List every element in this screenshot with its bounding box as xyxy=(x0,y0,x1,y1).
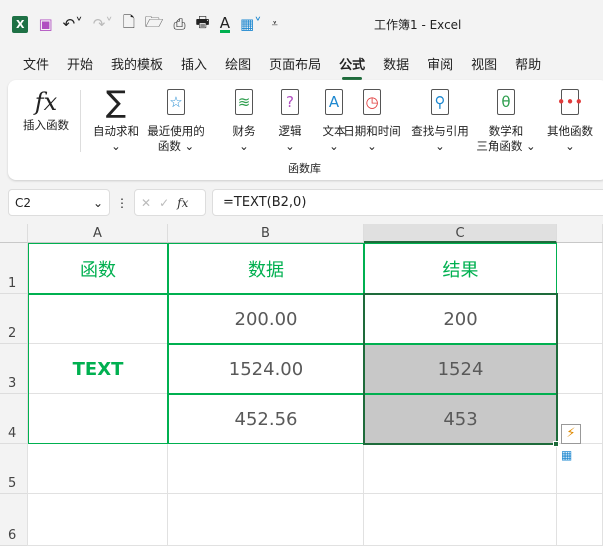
name-box-value: C2 xyxy=(15,195,32,210)
tab-0[interactable]: 文件 xyxy=(14,52,58,75)
cell-b3[interactable]: 1524.00 xyxy=(168,344,364,394)
customize-icon[interactable]: ⩡ xyxy=(272,17,278,31)
gridline xyxy=(28,493,603,494)
cell-b4[interactable]: 452.56 xyxy=(168,394,364,444)
tab-4[interactable]: 绘图 xyxy=(216,52,260,75)
row-header-5[interactable]: 5 xyxy=(0,444,28,494)
label: 日期和时间 xyxy=(343,124,401,138)
label: 插入函数 xyxy=(23,118,69,132)
ribbon: fx 插入函数 ∑ 自动求和 ⌄ ☆ 最近使用的 函数 ⌄ ≋ 财务 ⌄? 逻辑 ⌄ A 文本 ⌄ ◷ 日期和… xyxy=(8,80,603,180)
book-icon: ≋ xyxy=(235,89,253,115)
font-color-icon[interactable]: A xyxy=(219,15,230,33)
tab-7[interactable]: 数据 xyxy=(374,52,418,75)
row-header-2[interactable]: 2 xyxy=(0,294,28,344)
tab-6[interactable]: 公式 xyxy=(330,52,374,80)
chevron-down-icon: ⌄ xyxy=(92,195,103,210)
function-category-icon: ⚲ xyxy=(404,86,476,118)
sum-icon: ∑ xyxy=(105,84,127,120)
tab-8[interactable]: 审阅 xyxy=(418,52,462,75)
tab-3[interactable]: 插入 xyxy=(172,52,216,75)
formula-buttons: ✕ ✓ fx xyxy=(134,189,206,216)
redo-icon[interactable]: ↷˅ xyxy=(93,15,113,33)
book-icon: ••• xyxy=(557,89,583,115)
book-icon: ◷ xyxy=(363,89,381,115)
group-label: 函数库 xyxy=(288,162,321,175)
tab-2[interactable]: 我的模板 xyxy=(102,52,172,75)
formula-bar: C2 ⌄ ⋮ ✕ ✓ fx =TEXT(B2,0) xyxy=(8,189,603,216)
formula-input[interactable]: =TEXT(B2,0) xyxy=(212,189,603,216)
cancel-icon[interactable]: ✕ xyxy=(141,196,151,210)
borders-icon[interactable]: ▦˅ xyxy=(240,15,262,33)
row-header-1[interactable]: 1 xyxy=(0,243,28,294)
book-icon: ☆ xyxy=(167,89,185,115)
tab-1[interactable]: 开始 xyxy=(58,52,102,75)
autofill-options-icon[interactable]: ▦ xyxy=(561,448,577,464)
fill-handle[interactable] xyxy=(553,441,559,447)
excel-logo-icon: X xyxy=(12,15,29,33)
selection-border xyxy=(363,293,558,445)
ribbon-tabs: 文件 开始 我的模板 插入 绘图 页面布局 公式 数据 审阅 视图 帮助 xyxy=(14,52,550,80)
cell-a1[interactable]: 函数 xyxy=(28,243,168,294)
undo-icon[interactable]: ↶˅ xyxy=(63,15,83,33)
book-icon: ⚲ xyxy=(431,89,449,115)
select-all[interactable] xyxy=(0,224,28,243)
quick-access-toolbar: X ▣ ↶˅ ↷˅ 🗋 🗁 ⎙ 🖶 A ▦˅ ⩡ xyxy=(12,10,278,38)
column-header-c[interactable]: C xyxy=(364,224,557,243)
new-icon[interactable]: 🗋 xyxy=(123,12,135,37)
cell-b1[interactable]: 数据 xyxy=(168,243,364,294)
ribbon-button-8[interactable]: ••• 其他函数 ⌄ xyxy=(540,86,600,154)
label: 其他函数 xyxy=(547,124,593,138)
book-icon: ? xyxy=(281,89,299,115)
label: 数学和 xyxy=(488,124,524,138)
row-header-6[interactable]: 6 xyxy=(0,494,28,546)
ribbon-button-0[interactable]: ∑ 自动求和 ⌄ xyxy=(86,86,146,154)
label-2: ⌄ xyxy=(565,139,575,153)
label: 自动求和 xyxy=(93,124,139,138)
cell-a2[interactable]: TEXT xyxy=(28,294,168,444)
tab-10[interactable]: 帮助 xyxy=(506,52,550,75)
spreadsheet-grid[interactable]: A B C 1 2 3 4 5 6 函数 数据 结果 TEXT 200.00 1524.00 452.5… xyxy=(0,224,603,546)
tab-9[interactable]: 视图 xyxy=(462,52,506,75)
more-icon[interactable]: ⋮ xyxy=(116,196,128,210)
label: 查找与引用 xyxy=(411,124,469,138)
save-icon[interactable]: ▣ xyxy=(38,15,52,33)
window-title: 工作簿1 - Excel xyxy=(374,18,462,32)
column-header-a[interactable]: A xyxy=(28,224,168,243)
ribbon-button-1[interactable]: ☆ 最近使用的 函数 ⌄ xyxy=(140,86,212,154)
book-icon: θ xyxy=(497,89,515,115)
tab-5[interactable]: 页面布局 xyxy=(260,52,330,75)
cell-c1[interactable]: 结果 xyxy=(364,243,557,294)
cell-b2[interactable]: 200.00 xyxy=(168,294,364,344)
fx-icon[interactable]: fx xyxy=(177,196,188,210)
enter-icon[interactable]: ✓ xyxy=(159,196,169,210)
insert-function-button[interactable]: fx 插入函数 xyxy=(16,86,76,133)
open-icon[interactable]: 🗁 xyxy=(145,12,164,37)
function-category-icon: θ xyxy=(476,86,536,118)
column-header-b[interactable]: B xyxy=(168,224,364,243)
label-2: 三角函数 ⌄ xyxy=(476,139,536,153)
name-box[interactable]: C2 ⌄ xyxy=(8,189,110,216)
print-preview-icon[interactable]: ⎙ xyxy=(174,15,186,33)
label-2: ⌄ xyxy=(435,139,445,153)
label-2: 函数 ⌄ xyxy=(157,139,195,153)
function-category-icon: ∑ xyxy=(86,86,146,118)
function-category-icon: ••• xyxy=(540,86,600,118)
label-2: ⌄ xyxy=(367,139,377,153)
row-header-4[interactable]: 4 xyxy=(0,394,28,444)
ribbon-button-7[interactable]: θ 数学和 三角函数 ⌄ xyxy=(476,86,536,154)
ribbon-button-5[interactable]: ◷ 日期和时间 ⌄ xyxy=(336,86,408,154)
quick-analysis-icon[interactable]: ⚡ xyxy=(561,424,581,444)
fx-icon: fx xyxy=(34,87,58,116)
function-category-icon: ◷ xyxy=(336,86,408,118)
print-icon[interactable]: 🖶 xyxy=(196,12,210,37)
column-header-d[interactable] xyxy=(557,224,603,243)
row-header-3[interactable]: 3 xyxy=(0,344,28,394)
function-category-icon: ☆ xyxy=(140,86,212,118)
ribbon-button-6[interactable]: ⚲ 查找与引用 ⌄ xyxy=(404,86,476,154)
divider xyxy=(80,90,81,152)
label-2: ⌄ xyxy=(111,139,121,153)
label: 最近使用的 xyxy=(147,124,205,138)
